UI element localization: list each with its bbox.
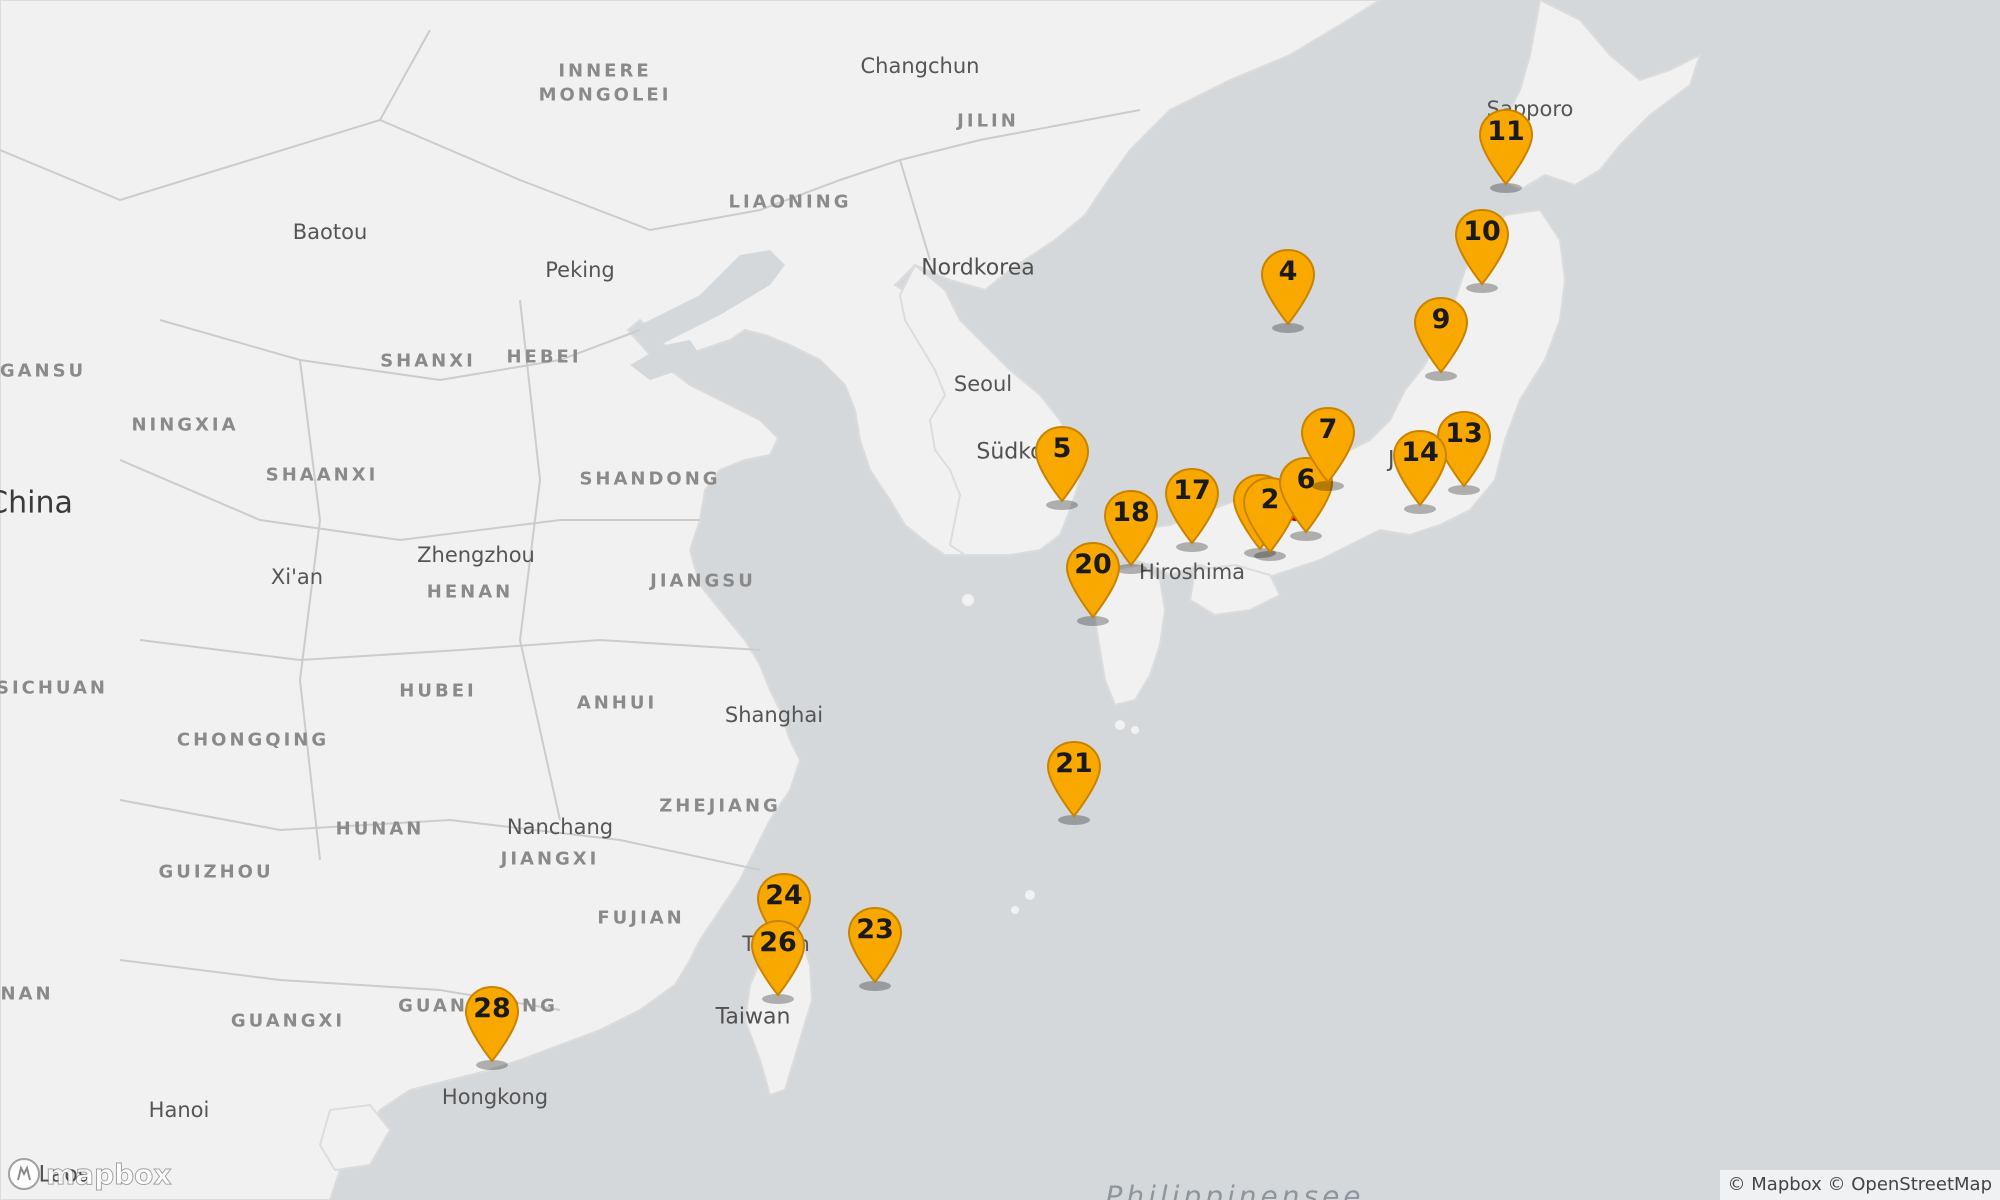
map-marker[interactable]: 11 bbox=[1478, 108, 1534, 194]
province-label-guangxi: GUANGXI bbox=[230, 1010, 346, 1032]
province-label-sichuan: SICHUAN bbox=[0, 677, 108, 699]
province-label-fujian: FUJIAN bbox=[597, 907, 685, 929]
marker-label: 9 bbox=[1431, 304, 1451, 335]
marker-label: 11 bbox=[1487, 116, 1525, 147]
province-label-innere-2: MONGOLEI bbox=[538, 84, 672, 106]
province-label-jiangsu: JIANGSU bbox=[650, 570, 756, 592]
map-marker[interactable]: 5 bbox=[1034, 425, 1090, 511]
city-label-zhengzhou: Zhengzhou bbox=[417, 543, 535, 567]
province-label-innere-1: INNERE bbox=[558, 60, 652, 82]
map-marker[interactable]: 14 bbox=[1392, 429, 1448, 515]
map-marker[interactable]: 26 bbox=[750, 919, 806, 1005]
map-marker[interactable]: 4 bbox=[1260, 248, 1316, 334]
map-marker[interactable]: 21 bbox=[1046, 740, 1102, 826]
map-marker[interactable]: 17 bbox=[1164, 467, 1220, 553]
province-label-shanxi: SHANXI bbox=[380, 350, 476, 372]
map-marker[interactable]: 10 bbox=[1454, 208, 1510, 294]
marker-label: 23 bbox=[856, 914, 894, 945]
city-label-shanghai: Shanghai bbox=[724, 703, 824, 727]
map-marker[interactable]: 23 bbox=[847, 906, 903, 992]
province-label-chongqing: CHONGQING bbox=[176, 729, 330, 751]
attribution[interactable]: © Mapbox © OpenStreetMap bbox=[1719, 1170, 2000, 1200]
city-label-changchun: Changchun bbox=[860, 54, 980, 78]
city-label-peking: Peking bbox=[545, 258, 615, 282]
marker-label: 18 bbox=[1112, 497, 1150, 528]
province-label-shandong: SHANDONG bbox=[579, 468, 721, 490]
province-label-jiangxi: JIANGXI bbox=[500, 848, 600, 870]
province-label-gansu: GANSU bbox=[0, 360, 87, 382]
mapbox-logo[interactable]: mapbox bbox=[6, 1156, 172, 1192]
country-label-taiwan: Taiwan bbox=[715, 1004, 791, 1030]
map-marker[interactable]: 9 bbox=[1413, 296, 1469, 382]
map-marker[interactable]: 28 bbox=[464, 985, 520, 1071]
province-label-ningxia: NINGXIA bbox=[131, 414, 239, 436]
marker-label: 10 bbox=[1463, 216, 1501, 247]
city-label-xian: Xi'an bbox=[270, 565, 324, 589]
sea-label-philippine: Philippinensee bbox=[1105, 1179, 1365, 1200]
province-label-henan: HENAN bbox=[426, 581, 514, 603]
map-canvas[interactable]: Changchun Sapporo Baotou Peking Seoul Zh… bbox=[0, 0, 2000, 1200]
map-marker[interactable]: 7 bbox=[1300, 406, 1356, 492]
province-label-liaoning: LIAONING bbox=[728, 191, 852, 213]
marker-label: 20 bbox=[1074, 549, 1112, 580]
marker-label: 5 bbox=[1052, 433, 1072, 464]
city-label-hanoi: Hanoi bbox=[148, 1098, 210, 1122]
marker-label: 21 bbox=[1055, 748, 1093, 779]
marker-label: 7 bbox=[1318, 414, 1338, 445]
city-label-nanchang: Nanchang bbox=[506, 815, 614, 839]
province-label-hubei: HUBEI bbox=[399, 680, 477, 702]
city-label-hongkong: Hongkong bbox=[441, 1085, 549, 1109]
province-label-zhejiang: ZHEJIANG bbox=[659, 795, 781, 817]
mapbox-logo-text: mapbox bbox=[45, 1157, 172, 1191]
map-marker[interactable]: 20 bbox=[1065, 541, 1121, 627]
country-label-china: China bbox=[0, 485, 73, 521]
marker-label: 24 bbox=[765, 880, 803, 911]
province-label-jilin: JILIN bbox=[957, 110, 1019, 132]
mapbox-logo-icon bbox=[8, 1158, 40, 1190]
province-label-hebei: HEBEI bbox=[506, 346, 582, 368]
marker-label: 4 bbox=[1278, 256, 1298, 287]
city-label-seoul: Seoul bbox=[953, 372, 1013, 396]
province-label-guizhou: GUIZHOU bbox=[158, 861, 274, 883]
city-label-baotou: Baotou bbox=[292, 220, 368, 244]
country-label-north-korea: Nordkorea bbox=[921, 255, 1035, 281]
marker-label: 28 bbox=[473, 993, 511, 1024]
province-label-yunnan: NAN bbox=[0, 983, 54, 1005]
province-label-hunan: HUNAN bbox=[335, 818, 425, 840]
marker-label: 17 bbox=[1173, 475, 1211, 506]
province-label-anhui: ANHUI bbox=[576, 692, 658, 714]
province-label-shaanxi: SHAANXI bbox=[265, 464, 379, 486]
marker-label: 14 bbox=[1401, 437, 1439, 468]
marker-label: 26 bbox=[759, 927, 797, 958]
